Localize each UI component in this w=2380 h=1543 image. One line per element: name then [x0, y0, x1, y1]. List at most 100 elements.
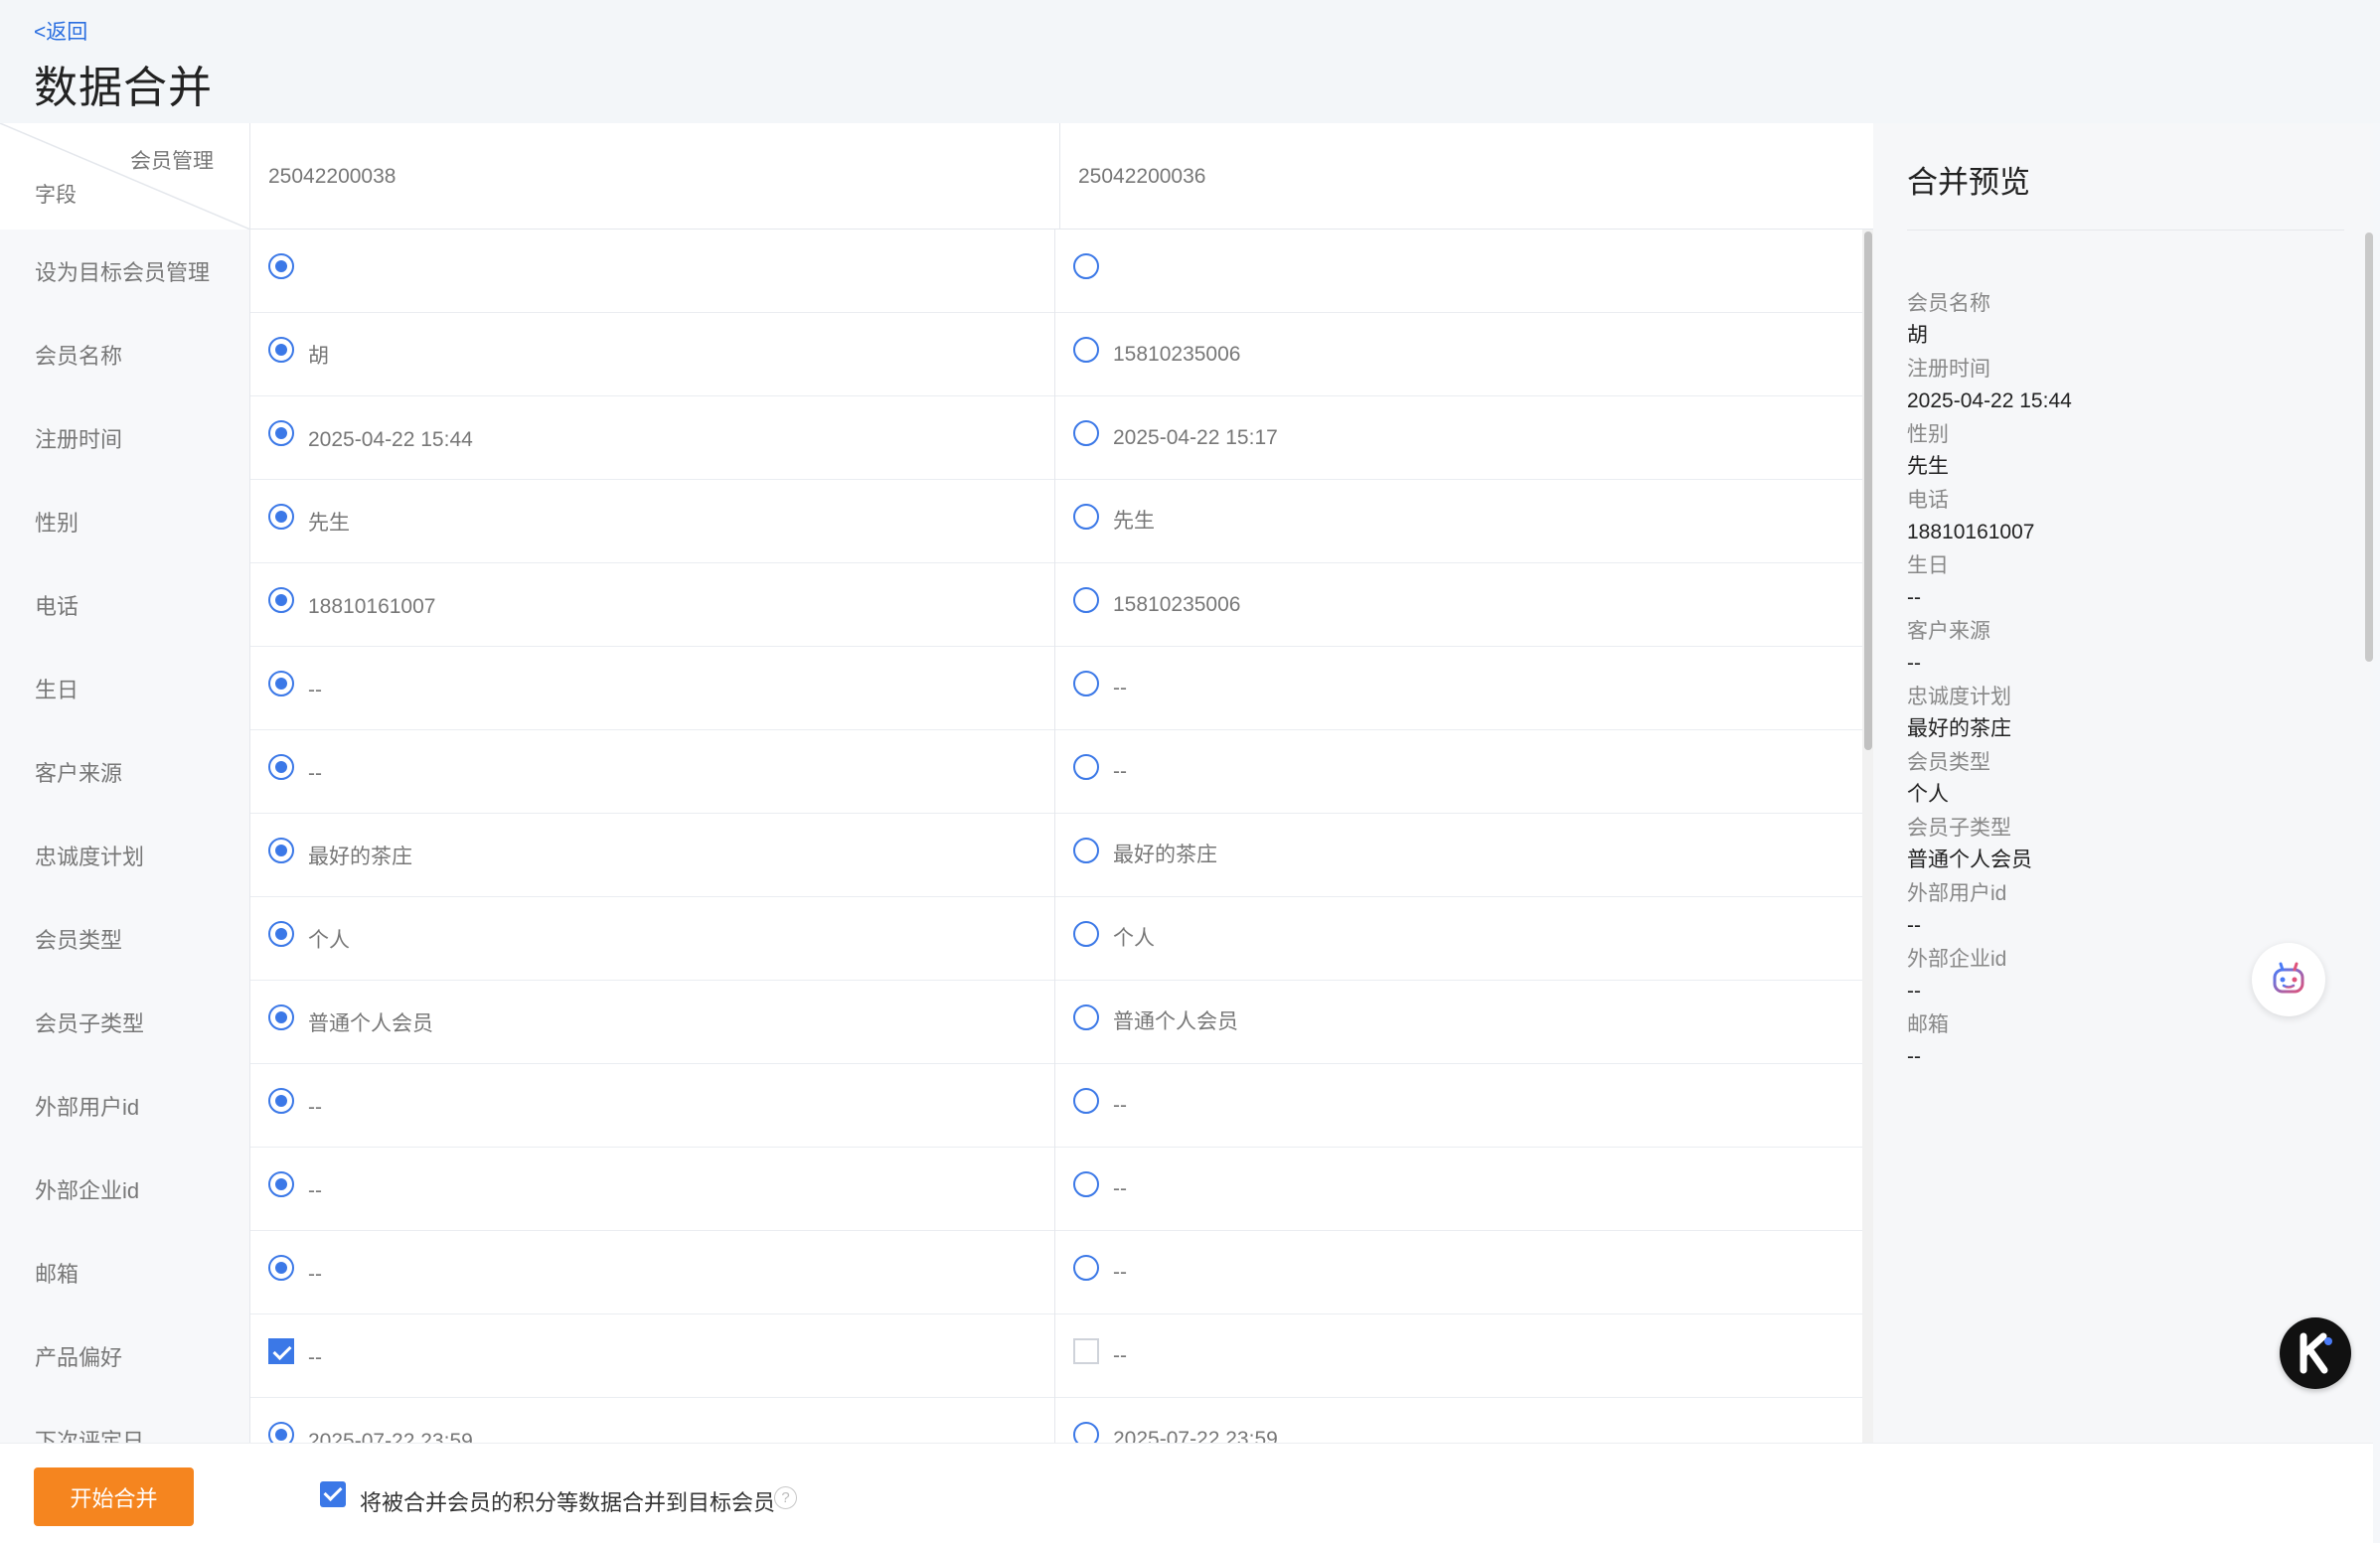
field-value: 胡 [308, 345, 329, 368]
field-label: 外部用户id [0, 1064, 250, 1148]
preview-item: 注册时间 2025-04-22 15:44 [1907, 354, 2072, 417]
table-row: 生日 -- -- [0, 647, 1862, 730]
preview-item: 邮箱 -- [1907, 1009, 1949, 1073]
preview-label: 外部企业id [1907, 948, 2007, 971]
ai-assistant-button[interactable] [2252, 943, 2325, 1016]
member-2-cell: 2025-04-22 15:17 [1055, 396, 1862, 480]
field-radio[interactable] [268, 504, 294, 530]
field-radio[interactable] [268, 921, 294, 947]
field-radio[interactable] [1073, 253, 1099, 279]
preview-item: 会员子类型普通个人会员 [1907, 813, 2032, 876]
field-label: 会员名称 [0, 313, 250, 396]
field-radio[interactable] [268, 1422, 294, 1443]
field-radio[interactable] [268, 1004, 294, 1030]
preview-value: 普通个人会员 [1907, 849, 2032, 871]
member-1-cell: 最好的茶庄 [250, 814, 1055, 897]
field-radio[interactable] [1073, 1422, 1099, 1443]
field-radio[interactable] [268, 1171, 294, 1197]
member-1-cell: 2025-07-22 23:59 [250, 1398, 1055, 1443]
field-radio[interactable] [268, 420, 294, 446]
preview-item: 外部用户id -- [1907, 878, 2006, 942]
field-radio[interactable] [1073, 420, 1099, 446]
table-body: 设为目标会员管理 会员名称 胡 15810235006 注册时间 2025-04-22 1… [0, 230, 1862, 1443]
field-radio[interactable] [1073, 1088, 1099, 1114]
preview-value: -- [1907, 1045, 1921, 1068]
preview-title: 合并预览 [1907, 165, 2030, 200]
field-radio[interactable] [268, 754, 294, 780]
merge-points-checkbox[interactable] [320, 1481, 346, 1507]
table-row: 注册时间 2025-04-22 15:44 2025-04-22 15:17 [0, 396, 1862, 480]
preview-item: 电话 18810161007 [1907, 485, 2034, 548]
field-value: 2025-07-22 23:59 [1113, 1428, 1278, 1443]
field-value: 最好的茶庄 [308, 846, 412, 868]
field-radio[interactable] [1073, 671, 1099, 696]
page-title: 数据合并 [34, 64, 213, 112]
member-2-cell: 15810235006 [1055, 563, 1862, 647]
member-1-cell: 胡 [250, 313, 1055, 396]
k-logo-icon [2300, 1332, 2332, 1374]
field-label: 外部企业id [0, 1148, 250, 1231]
field-checkbox[interactable] [268, 1338, 294, 1364]
field-radio[interactable] [1073, 504, 1099, 530]
preview-item: 生日 -- [1907, 550, 1949, 614]
table-header: 会员管理 字段 25042200038 25042200036 [0, 123, 1873, 230]
field-value: 个人 [1113, 927, 1155, 950]
field-radio[interactable] [1073, 587, 1099, 613]
field-label: 性别 [0, 480, 250, 563]
member-2-cell: 普通个人会员 [1055, 981, 1862, 1064]
member-1-cell: -- [250, 1231, 1055, 1314]
table-row: 忠诚度计划 最好的茶庄 最好的茶庄 [0, 814, 1862, 897]
merge-table: 会员管理 字段 25042200038 25042200036 设为目标会员管理… [0, 123, 1873, 1443]
field-radio[interactable] [268, 1255, 294, 1281]
member-1-cell: 先生 [250, 480, 1055, 563]
member-1-cell: 18810161007 [250, 563, 1055, 647]
preview-label: 注册时间 [1907, 358, 1990, 381]
field-value: 15810235006 [1113, 343, 1241, 366]
corner-diagonal-line [0, 123, 249, 230]
preview-scrollbar-thumb[interactable] [2365, 232, 2373, 662]
preview-label: 会员子类型 [1907, 817, 2011, 840]
table-row: 外部用户id -- -- [0, 1064, 1862, 1148]
member-1-cell [250, 230, 1055, 313]
start-merge-button[interactable]: 开始合并 [34, 1467, 194, 1526]
field-radio[interactable] [268, 587, 294, 613]
preview-item: 性别 先生 [1907, 419, 1949, 483]
field-radio[interactable] [268, 671, 294, 696]
table-row: 会员名称 胡 15810235006 [0, 313, 1862, 396]
field-radio[interactable] [268, 1088, 294, 1114]
back-link[interactable]: <返回 [34, 16, 87, 46]
preview-divider [1907, 230, 2344, 231]
field-radio[interactable] [268, 337, 294, 363]
field-value: 先生 [1113, 510, 1155, 533]
field-radio[interactable] [268, 253, 294, 279]
field-radio[interactable] [1073, 1255, 1099, 1281]
preview-label: 邮箱 [1907, 1013, 1949, 1036]
field-radio[interactable] [1073, 838, 1099, 863]
preview-value: -- [1907, 980, 1921, 1003]
column-header-member-1: 25042200038 [250, 123, 1060, 230]
field-label: 生日 [0, 647, 250, 730]
field-radio[interactable] [1073, 337, 1099, 363]
preview-label: 忠诚度计划 [1907, 686, 2011, 708]
table-row: 客户来源 -- -- [0, 730, 1862, 814]
field-checkbox[interactable] [1073, 1338, 1099, 1364]
field-label: 忠诚度计划 [0, 814, 250, 897]
member-1-cell: 普通个人会员 [250, 981, 1055, 1064]
field-value: 2025-07-22 23:59 [308, 1430, 473, 1443]
field-label: 注册时间 [0, 396, 250, 480]
table-scrollbar-thumb[interactable] [1864, 231, 1872, 750]
field-radio[interactable] [1073, 1171, 1099, 1197]
field-radio[interactable] [1073, 754, 1099, 780]
field-radio[interactable] [1073, 1004, 1099, 1030]
field-radio[interactable] [1073, 921, 1099, 947]
table-row: 电话 18810161007 15810235006 [0, 563, 1862, 647]
corner-row-label: 字段 [35, 184, 77, 207]
member-2-cell: 先生 [1055, 480, 1862, 563]
help-icon[interactable]: ? [774, 1486, 797, 1509]
field-radio[interactable] [268, 838, 294, 863]
field-value: -- [308, 679, 322, 701]
member-2-cell: 个人 [1055, 897, 1862, 981]
field-value: -- [1113, 1261, 1127, 1284]
k-app-button[interactable] [2280, 1317, 2351, 1389]
table-row: 设为目标会员管理 [0, 230, 1862, 313]
